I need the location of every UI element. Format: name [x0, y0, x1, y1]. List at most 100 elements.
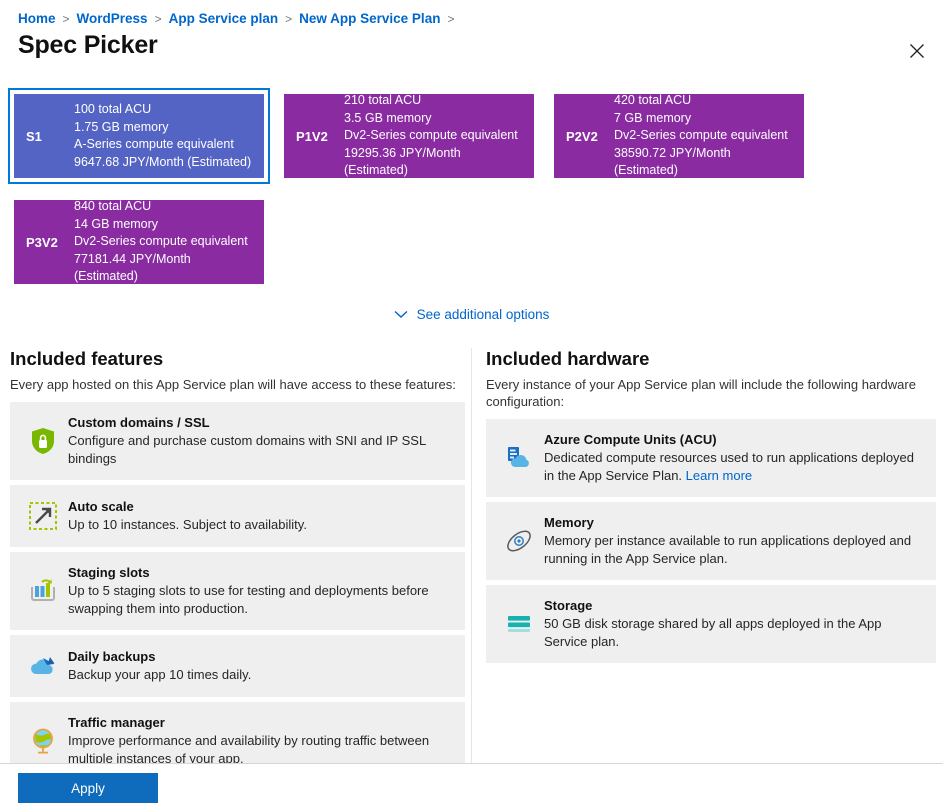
breadcrumb-separator: >	[447, 11, 455, 26]
spec-card-sku: P1V2	[296, 128, 328, 144]
spec-card-details: 840 total ACU 14 GB memory Dv2-Series comp…	[74, 198, 258, 286]
close-icon	[909, 43, 925, 59]
spec-card-memory: 14 GB memory	[74, 216, 159, 231]
spec-card-price: 9647.68 JPY/Month (Estimated)	[74, 154, 252, 169]
spec-card-p2v2[interactable]: P2V2 420 total ACU 7 GB memory Dv2-Series c…	[548, 88, 810, 184]
spec-card-s1[interactable]: S1 100 total ACU 1.75 GB memory A-Series co…	[8, 88, 270, 184]
spec-card-body: S1 100 total ACU 1.75 GB memory A-Series co…	[14, 94, 264, 178]
hardware-tile-text: Memory Memory per instance available to r…	[540, 515, 922, 567]
globe-icon	[22, 727, 64, 755]
feature-tile-title: Daily backups	[68, 648, 156, 664]
spec-card-list: S1 100 total ACU 1.75 GB memory A-Series co…	[0, 88, 943, 300]
hardware-tile-text: Azure Compute Units (ACU) Dedicated compu…	[540, 432, 922, 484]
cloud-backup-icon	[22, 654, 64, 678]
spec-card-p3v2[interactable]: P3V2 840 total ACU 14 GB memory Dv2-Series …	[8, 194, 270, 290]
spec-card-acu: 420 total ACU	[614, 93, 692, 108]
breadcrumb-separator: >	[62, 11, 70, 26]
spec-card-memory: 7 GB memory	[614, 110, 692, 125]
spec-card-body: P2V2 420 total ACU 7 GB memory Dv2-Series c…	[554, 92, 804, 180]
spec-card-sku: P2V2	[566, 128, 598, 144]
hardware-tile-description: 50 GB disk storage shared by all apps de…	[544, 616, 882, 649]
spec-card-body: P3V2 840 total ACU 14 GB memory Dv2-Series …	[14, 198, 264, 286]
hardware-tile-title: Azure Compute Units (ACU)	[544, 432, 717, 447]
spec-card-compute: A-Series compute equivalent	[74, 137, 234, 151]
storage-disk-icon	[498, 613, 540, 635]
spec-card-details: 210 total ACU 3.5 GB memory Dv2-Series com…	[344, 92, 528, 180]
features-tile-list: Custom domains / SSL Configure and purcha…	[10, 402, 465, 765]
shield-lock-icon	[22, 427, 64, 455]
breadcrumb-item-home[interactable]: Home	[18, 11, 56, 26]
hardware-tile: Memory Memory per instance available to r…	[486, 502, 936, 580]
title-row: Spec Picker	[0, 26, 943, 71]
hardware-tile-title: Storage	[544, 598, 593, 613]
feature-tile-description: Up to 5 staging slots to use for testing…	[68, 583, 429, 616]
spec-card-compute: Dv2-Series compute equivalent	[344, 128, 518, 143]
close-button[interactable]	[897, 31, 937, 71]
page-title: Spec Picker	[18, 31, 158, 59]
feature-tile: Auto scale Up to 10 instances. Subject to…	[10, 485, 465, 547]
feature-tile-text: Daily backups Backup your app 10 times da…	[64, 649, 451, 684]
spec-card-details: 100 total ACU 1.75 GB memory A-Series comp…	[74, 101, 251, 171]
spec-card-acu: 840 total ACU	[74, 199, 152, 214]
breadcrumb-separator: >	[154, 11, 162, 26]
spec-card-price: 77181.44 JPY/Month (Estimated)	[74, 251, 191, 284]
feature-tile-title: Staging slots	[68, 565, 150, 580]
breadcrumb-item-wordpress[interactable]: WordPress	[77, 11, 148, 26]
compute-cloud-icon	[498, 446, 540, 470]
hardware-tile-description: Dedicated compute resources used to run …	[544, 450, 915, 483]
feature-tile-text: Staging slots Up to 5 staging slots to us…	[64, 565, 451, 617]
included-hardware-column: Included hardware Every instance of your…	[471, 348, 942, 765]
spec-card-p1v2[interactable]: P1V2 210 total ACU 3.5 GB memory Dv2-Series…	[278, 88, 540, 184]
see-additional-options-link[interactable]: See additional options	[390, 303, 554, 326]
included-hardware-heading: Included hardware	[486, 348, 650, 369]
spec-card-sku: P3V2	[26, 234, 58, 250]
hardware-tile: Azure Compute Units (ACU) Dedicated compu…	[486, 419, 936, 497]
hardware-tile-list: Azure Compute Units (ACU) Dedicated compu…	[486, 419, 936, 663]
body-columns: Included features Every app hosted on th…	[0, 348, 943, 765]
footer-action-bar: Apply	[0, 763, 943, 810]
feature-tile-text: Custom domains / SSL Configure and purcha…	[64, 415, 451, 467]
feature-tile: Daily backups Backup your app 10 times da…	[10, 635, 465, 697]
breadcrumb-item-new-app-service-plan[interactable]: New App Service Plan	[299, 11, 440, 26]
hardware-tile: Storage 50 GB disk storage shared by all …	[486, 585, 936, 663]
hardware-tile-title: Memory	[544, 515, 594, 530]
apply-button[interactable]: Apply	[18, 773, 158, 803]
spec-card-memory: 1.75 GB memory	[74, 119, 169, 134]
included-features-intro: Every app hosted on this App Service pla…	[10, 377, 456, 392]
hardware-learn-more-link[interactable]: Learn more	[686, 468, 752, 483]
feature-tile-description: Backup your app 10 times daily.	[68, 666, 252, 682]
breadcrumb-item-app-service-plan[interactable]: App Service plan	[169, 11, 279, 26]
feature-tile-title: Auto scale	[68, 498, 134, 514]
feature-tile: Custom domains / SSL Configure and purcha…	[10, 402, 465, 480]
breadcrumb: Home > WordPress > App Service plan > New App …	[0, 0, 943, 26]
feature-tile: Traffic manager Improve performance and a…	[10, 702, 465, 765]
spec-card-details: 420 total ACU 7 GB memory Dv2-Series compu…	[614, 92, 798, 180]
feature-tile-description: Up to 10 instances. Subject to availabil…	[68, 516, 307, 532]
auto-scale-icon	[22, 502, 64, 530]
spec-card-body: P1V2 210 total ACU 3.5 GB memory Dv2-Series…	[284, 92, 534, 180]
included-hardware-intro: Every instance of your App Service plan …	[486, 377, 916, 409]
hardware-tile-text: Storage 50 GB disk storage shared by all …	[540, 598, 922, 650]
spec-card-price: 38590.72 JPY/Month (Estimated)	[614, 145, 731, 178]
spec-card-sku: S1	[26, 128, 42, 144]
memory-orbit-icon	[498, 527, 540, 555]
spec-card-acu: 210 total ACU	[344, 93, 422, 108]
spec-card-acu: 100 total ACU	[74, 102, 152, 116]
spec-card-memory: 3.5 GB memory	[344, 110, 432, 125]
spec-card-compute: Dv2-Series compute equivalent	[614, 128, 788, 143]
chevron-down-icon	[394, 307, 408, 322]
hardware-tile-description: Memory per instance available to run app…	[544, 533, 912, 566]
breadcrumb-separator: >	[285, 11, 293, 26]
feature-tile-text: Traffic manager Improve performance and a…	[64, 715, 451, 765]
feature-tile-title: Custom domains / SSL	[68, 415, 210, 430]
included-features-heading: Included features	[10, 348, 164, 369]
staging-slots-icon	[22, 577, 64, 605]
feature-tile-title: Traffic manager	[68, 715, 165, 730]
feature-tile-description: Improve performance and availability by …	[68, 733, 430, 765]
feature-tile-text: Auto scale Up to 10 instances. Subject to…	[64, 499, 451, 534]
feature-tile: Staging slots Up to 5 staging slots to us…	[10, 552, 465, 630]
more-options-row: See additional options	[0, 303, 943, 326]
feature-tile-description: Configure and purchase custom domains wi…	[68, 433, 426, 466]
included-features-column: Included features Every app hosted on th…	[0, 348, 471, 765]
spec-card-compute: Dv2-Series compute equivalent	[74, 234, 248, 249]
